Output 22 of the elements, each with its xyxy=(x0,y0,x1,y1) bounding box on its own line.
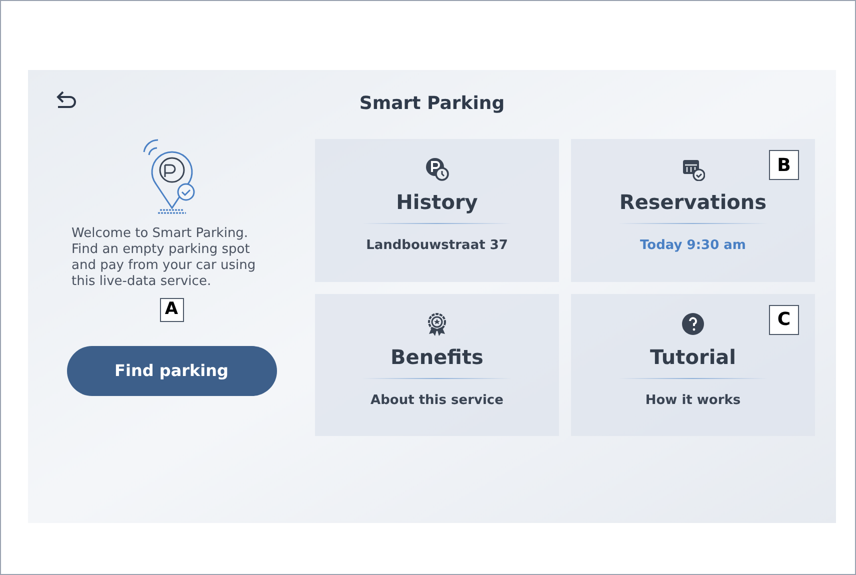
tile-subtitle: Landbouwstraat 37 xyxy=(366,237,508,255)
callout-label: A xyxy=(160,298,184,322)
help-icon xyxy=(681,312,705,336)
tile-title: Tutorial xyxy=(650,344,736,370)
callout-label: C xyxy=(769,304,799,334)
find-parking-button[interactable]: Find parking xyxy=(66,346,276,396)
tile-subtitle: How it works xyxy=(645,392,741,410)
tile-title: Reservations xyxy=(619,189,767,216)
screen-title: Smart Parking xyxy=(359,92,505,116)
tile-subtitle: Today 9:30 am xyxy=(640,237,746,255)
welcome-text: Welcome to Smart Parking. Find an empty parking spot and pay from your car using this live-data service. xyxy=(72,226,257,290)
tile-title: History xyxy=(396,189,478,216)
menu-tile[interactable]: History Landbouwstraat 37 xyxy=(315,139,559,282)
menu-tile[interactable]: Reservations Today 9:30 am B xyxy=(571,139,815,282)
menu-tile[interactable]: Tutorial How it works C xyxy=(571,294,815,436)
menu-tile[interactable]: Benefits About this service xyxy=(315,294,559,436)
award-ribbon-icon xyxy=(425,312,449,336)
tile-title: Benefits xyxy=(390,344,484,370)
calendar-check-icon xyxy=(681,157,705,181)
parking-clock-icon xyxy=(425,157,449,181)
tile-subtitle: About this service xyxy=(370,392,504,410)
callout-label: B xyxy=(769,150,799,180)
